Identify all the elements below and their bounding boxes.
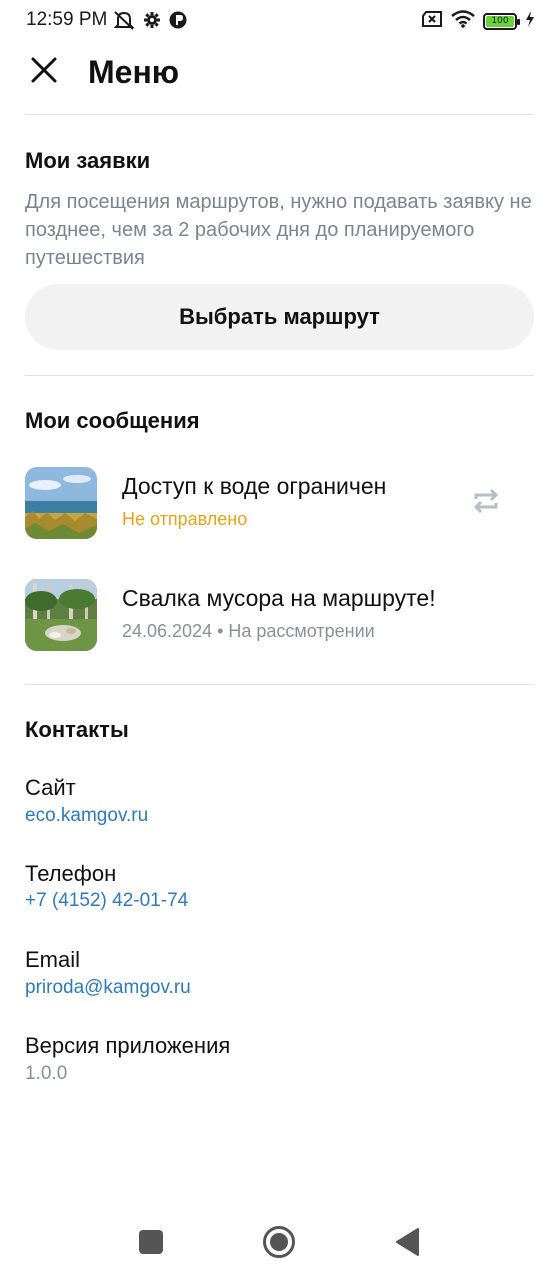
page-title: Меню [88, 54, 180, 90]
close-icon[interactable] [30, 56, 58, 89]
message-title: Свалка мусора на маршруте! [122, 585, 436, 611]
home-icon[interactable] [262, 1225, 296, 1264]
contact-label-version: Версия приложения [25, 1033, 231, 1058]
close-button[interactable] [24, 52, 64, 92]
status-time: 12:59 PM [26, 9, 108, 30]
message-item[interactable]: Свалка мусора на маршруте! 24.06.2024 • … [25, 579, 534, 651]
battery-icon: 100 [483, 13, 520, 30]
contact-label-email: Email [25, 947, 81, 972]
choose-route-button[interactable]: Выбрать маршрут [25, 284, 534, 350]
divider [25, 375, 534, 376]
home-button[interactable] [259, 1224, 299, 1264]
site-link[interactable]: eco.kamgov.ru [25, 805, 148, 827]
message-title: Доступ к воде ограничен [122, 473, 387, 499]
contact-label-site: Сайт [25, 775, 76, 800]
mute-icon [113, 10, 135, 35]
message-status: Не отправлено [122, 509, 248, 529]
wifi-icon [451, 10, 475, 33]
message-meta: 24.06.2024 • На рассмотрении [122, 621, 375, 641]
phone-link[interactable]: +7 (4152) 42-01-74 [25, 890, 188, 912]
header: Меню [0, 42, 559, 114]
requests-hint: Для посещения маршрутов, нужно подавать … [25, 191, 532, 269]
app-version: 1.0.0 [25, 1063, 68, 1084]
email-link[interactable]: priroda@kamgov.ru [25, 977, 191, 999]
status-bar: 12:59 PM 100 [0, 0, 559, 42]
back-button[interactable] [387, 1224, 427, 1264]
message-thumbnail [25, 467, 97, 539]
message-item[interactable]: Доступ к воде ограничен Не отправлено [25, 467, 534, 539]
recents-button[interactable] [131, 1224, 171, 1264]
back-icon[interactable] [394, 1227, 420, 1262]
divider [25, 114, 534, 115]
divider [25, 684, 534, 685]
message-thumbnail [25, 579, 97, 651]
retry-button[interactable] [468, 485, 504, 521]
sim-x-icon [421, 10, 443, 33]
charging-icon [525, 11, 535, 32]
requests-section-title: Мои заявки [25, 148, 151, 173]
settings-icon [143, 11, 161, 34]
retry-icon[interactable] [471, 486, 501, 521]
battery-level: 100 [486, 16, 514, 27]
recents-icon[interactable] [138, 1229, 164, 1260]
contact-label-phone: Телефон [25, 861, 117, 886]
app-icon [169, 11, 187, 34]
contacts-section-title: Контакты [25, 717, 129, 742]
messages-section-title: Мои сообщения [25, 408, 200, 433]
